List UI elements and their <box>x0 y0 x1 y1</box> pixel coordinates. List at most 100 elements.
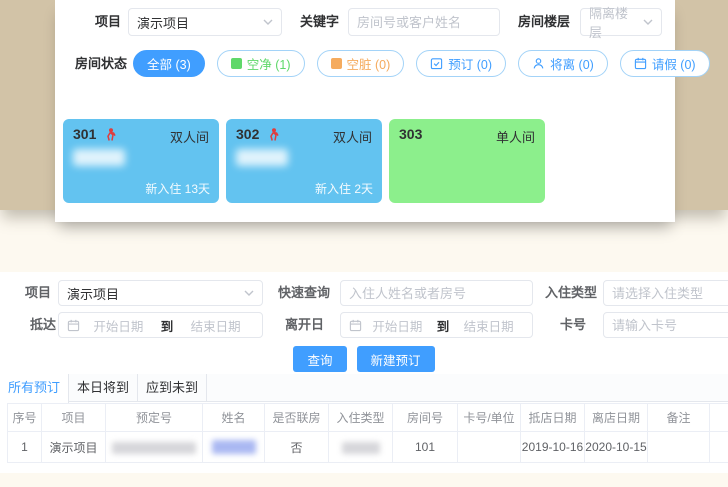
table-row[interactable]: 1 演示项目 否 101 2019-10-16 2020-10-15 <box>8 432 728 463</box>
status-vacant-dirty-button[interactable]: 空脏 (0) <box>317 50 405 77</box>
room-status-row: 房间状态 全部 (3) 空净 (1) 空脏 (0) <box>55 50 675 77</box>
start-date-placeholder: 开始日期 <box>362 316 433 335</box>
tab-all-bookings[interactable]: 所有预订 <box>0 374 69 403</box>
booking-filter-row-1: 项目 演示项目 快速查询 入住类型 <box>0 280 728 306</box>
new-booking-button[interactable]: 新建预订 <box>357 346 435 372</box>
status-reserved-button[interactable]: 预订 (0) <box>416 50 506 77</box>
room-note: 新入住 2天 <box>315 180 373 197</box>
booking-filter-row-2: 抵达日 开始日期 到 结束日期 离开日 开始日期 到 结束日期 <box>0 312 728 338</box>
redacted-guest-name <box>236 149 288 166</box>
quick-search-input[interactable] <box>340 280 533 306</box>
booking-tabs: 所有预订 本日将到 应到未到 <box>0 374 728 402</box>
leave-date-label: 离开日 <box>285 312 324 338</box>
project-label: 项目 <box>25 280 51 306</box>
project-select[interactable]: 演示项目 <box>58 280 263 306</box>
project-select-value: 演示项目 <box>67 284 240 303</box>
query-button[interactable]: 查询 <box>293 346 346 372</box>
chevron-down-icon <box>643 19 653 25</box>
redacted-text <box>112 442 196 454</box>
room-card-302[interactable]: 302 双人间 新入住 2天 <box>226 119 382 203</box>
cell-booking-no <box>106 432 203 463</box>
col-name: 姓名 <box>203 404 265 432</box>
status-onleave-button[interactable]: 请假 (0) <box>620 50 710 77</box>
redacted-text <box>342 442 380 454</box>
cell-leave-date: 2020-10-15 <box>585 432 648 463</box>
project-select[interactable]: 演示项目 <box>128 8 282 36</box>
end-date-placeholder: 结束日期 <box>177 316 254 335</box>
card-number-input[interactable] <box>603 312 728 338</box>
keyword-input[interactable] <box>348 8 500 36</box>
col-linked-room: 是否联房 <box>265 404 329 432</box>
cell-note <box>648 432 710 463</box>
col-note: 备注 <box>648 404 710 432</box>
card-number-label: 卡号 <box>560 312 586 338</box>
cell-project: 演示项目 <box>42 432 106 463</box>
start-date-placeholder: 开始日期 <box>80 316 157 335</box>
clean-swatch-icon <box>231 58 242 69</box>
cell-arrive-date: 2019-10-16 <box>521 432 585 463</box>
room-status-label: 房间状态 <box>75 50 127 77</box>
leave-date-range[interactable]: 开始日期 到 结束日期 <box>340 312 533 338</box>
col-card-unit: 卡号/单位 <box>458 404 521 432</box>
room-filter-row: 项目 演示项目 关键字 房间楼层 隔离楼层 <box>55 8 675 36</box>
chevron-down-icon <box>244 290 254 296</box>
occupant-flag-icon <box>268 128 279 141</box>
calendar-icon <box>634 57 647 70</box>
stay-type-label: 入住类型 <box>545 280 597 306</box>
status-dirty-label: 空脏 (0) <box>347 54 391 73</box>
redacted-text <box>212 440 256 454</box>
col-stay-type: 入住类型 <box>329 404 393 432</box>
status-onleave-label: 请假 (0) <box>652 54 696 73</box>
project-select-value: 演示项目 <box>137 13 259 32</box>
project-label: 项目 <box>95 8 121 36</box>
keyword-label: 关键字 <box>300 8 339 36</box>
room-card-303[interactable]: 303 单人间 <box>389 119 545 203</box>
page: 项目 演示项目 关键字 房间楼层 隔离楼层 房间状态 全部 (3) 空 <box>0 0 728 487</box>
room-type: 双人间 <box>333 127 372 146</box>
floor-select[interactable]: 隔离楼层 <box>580 8 662 36</box>
col-cutoff <box>710 404 728 432</box>
status-all-button[interactable]: 全部 (3) <box>133 50 205 77</box>
cell-card-unit <box>458 432 521 463</box>
table-header-row: 序号 项目 预定号 姓名 是否联房 入住类型 房间号 卡号/单位 抵店日期 离店… <box>8 404 728 432</box>
person-icon <box>532 57 545 70</box>
dirty-swatch-icon <box>331 58 342 69</box>
status-vacant-clean-button[interactable]: 空净 (1) <box>217 50 305 77</box>
booking-table-wrap: 序号 项目 预定号 姓名 是否联房 入住类型 房间号 卡号/单位 抵店日期 离店… <box>7 403 728 463</box>
status-leaving-label: 将离 (0) <box>550 54 594 73</box>
arrive-date-range[interactable]: 开始日期 到 结束日期 <box>58 312 263 338</box>
col-seq: 序号 <box>8 404 42 432</box>
status-clean-label: 空净 (1) <box>247 54 291 73</box>
room-type: 双人间 <box>170 127 209 146</box>
cell-name <box>203 432 265 463</box>
room-number: 302 <box>236 126 259 142</box>
cell-stay-type <box>329 432 393 463</box>
col-arrive-date: 抵店日期 <box>521 404 585 432</box>
cell-seq: 1 <box>8 432 42 463</box>
floor-select-placeholder: 隔离楼层 <box>589 3 639 41</box>
booking-panel: 项目 演示项目 快速查询 入住类型 抵达日 开始日期 到 结束日期 离开日 <box>0 272 728 473</box>
booking-table: 序号 项目 预定号 姓名 是否联房 入住类型 房间号 卡号/单位 抵店日期 离店… <box>7 403 728 463</box>
status-filter-buttons: 全部 (3) 空净 (1) 空脏 (0) 预订 (0) <box>133 50 710 77</box>
status-all-label: 全部 (3) <box>147 54 191 73</box>
room-cards: 301 双人间 新入住 13天 302 双人间 新入住 2天 <box>63 119 545 203</box>
status-reserved-label: 预订 (0) <box>448 54 492 73</box>
quick-search-label: 快速查询 <box>278 280 330 306</box>
cell-linked-room: 否 <box>265 432 329 463</box>
cell-cutoff <box>710 432 728 463</box>
room-note: 新入住 13天 <box>145 180 210 197</box>
col-project: 项目 <box>42 404 106 432</box>
chevron-down-icon <box>263 19 273 25</box>
stay-type-select[interactable] <box>603 280 728 306</box>
status-leaving-button[interactable]: 将离 (0) <box>518 50 608 77</box>
action-buttons: 查询 新建预订 <box>0 346 728 372</box>
tab-arriving-today[interactable]: 本日将到 <box>69 374 138 402</box>
occupant-flag-icon <box>105 128 116 141</box>
clipboard-check-icon <box>430 57 443 70</box>
calendar-icon <box>67 319 80 332</box>
tab-overdue-arrivals[interactable]: 应到未到 <box>138 374 207 402</box>
col-leave-date: 离店日期 <box>585 404 648 432</box>
room-type: 单人间 <box>496 127 535 146</box>
room-number: 301 <box>73 126 96 142</box>
room-card-301[interactable]: 301 双人间 新入住 13天 <box>63 119 219 203</box>
